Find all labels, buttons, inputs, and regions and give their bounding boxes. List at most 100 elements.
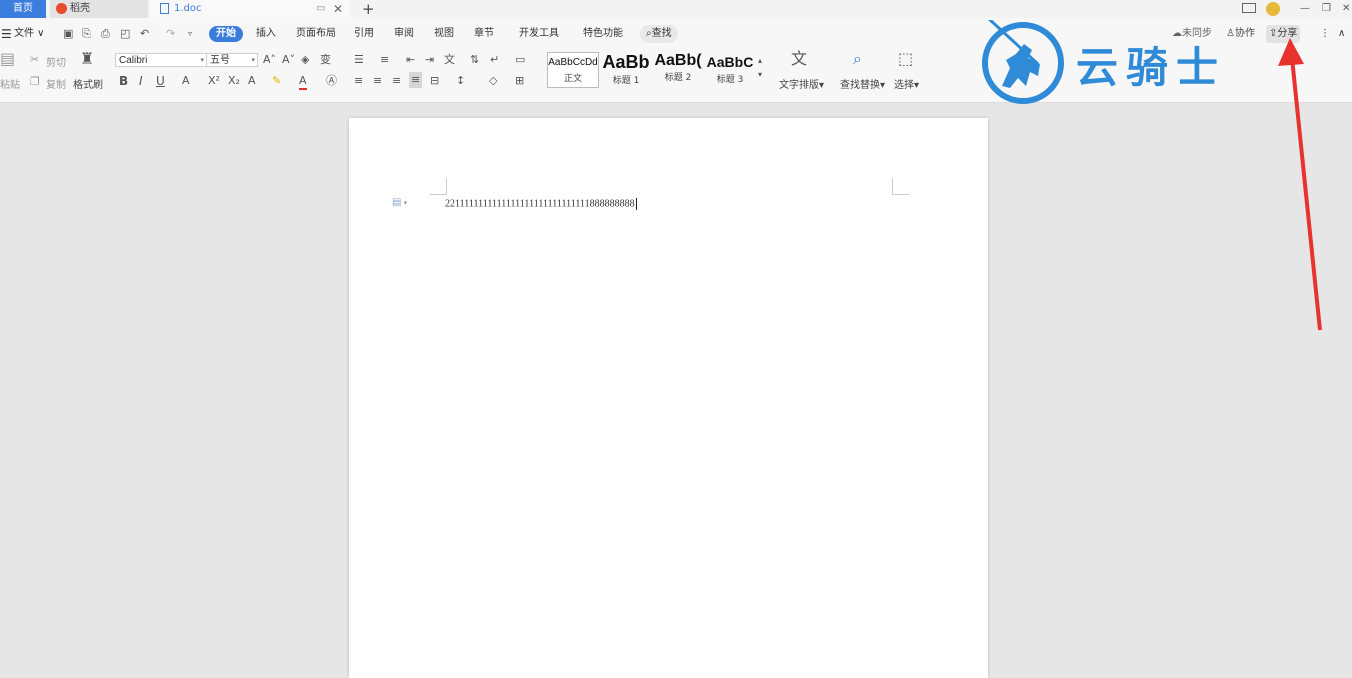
minimize-icon[interactable]: — xyxy=(1300,0,1310,18)
select-button[interactable]: 选择▾ xyxy=(894,76,919,91)
user-icon: ♙ xyxy=(1226,28,1235,39)
export-icon[interactable]: ⎘ xyxy=(82,27,91,41)
style-normal[interactable]: AaBbCcDd 正文 xyxy=(547,52,599,88)
margin-mark-top-right xyxy=(892,178,909,195)
shading-icon[interactable]: ◇ xyxy=(489,74,497,88)
style-heading3-preview: AaBbC xyxy=(706,54,754,70)
tab-bar: 首页 稻壳 1.doc ▭ ✕ + — ❐ ✕ xyxy=(0,0,1352,18)
save-icon[interactable]: ▣ xyxy=(63,27,73,41)
tab-review[interactable]: 审阅 xyxy=(394,18,414,50)
layout-icon[interactable] xyxy=(1242,0,1258,18)
distribute-icon[interactable]: ⊟ xyxy=(430,74,439,88)
text-layout-icon[interactable]: 文 xyxy=(791,51,807,67)
increase-indent-icon[interactable]: ⇥ xyxy=(425,53,434,67)
justify-icon[interactable]: ≡ xyxy=(409,72,423,88)
bullets-icon[interactable]: ☰ xyxy=(354,53,364,67)
margin-mark-top-left xyxy=(430,178,447,195)
tab-chapter[interactable]: 章节 xyxy=(474,18,494,50)
subscript-icon[interactable]: X₂ xyxy=(228,74,240,88)
tab-page-layout[interactable]: 页面布局 xyxy=(296,18,336,50)
font-name-select[interactable]: Calibri ▾ xyxy=(115,53,207,67)
find-replace-button[interactable]: 查找替换▾ xyxy=(840,76,885,91)
italic-icon[interactable]: I xyxy=(139,74,143,88)
paste-icon[interactable]: ▤ xyxy=(0,51,15,67)
paste-button[interactable]: 粘贴 xyxy=(0,76,20,91)
style-heading2[interactable]: AaBb( 标题 2 xyxy=(652,52,704,88)
bold-icon[interactable]: B xyxy=(119,74,128,88)
format-painter-button[interactable]: 格式刷 xyxy=(73,76,103,91)
collab-label: 协作 xyxy=(1234,28,1255,39)
tab-document[interactable]: 1.doc ▭ ✕ xyxy=(150,0,350,18)
tab-insert[interactable]: 插入 xyxy=(256,18,276,50)
styles-scroll-icon[interactable]: ▴ ▾ xyxy=(758,54,762,82)
align-center-icon[interactable]: ≡ xyxy=(373,74,382,88)
tab-view[interactable]: 视图 xyxy=(434,18,454,50)
collab-button[interactable]: ♙协作 xyxy=(1226,18,1255,50)
align-right-icon[interactable]: ≡ xyxy=(392,74,401,88)
more-icon[interactable]: ▿ xyxy=(188,27,192,41)
cut-button[interactable]: 剪切 xyxy=(46,54,66,69)
style-normal-label: 正文 xyxy=(563,74,582,84)
find-replace-icon[interactable]: ⌕ xyxy=(853,51,862,67)
sort-icon[interactable]: ⇅ xyxy=(470,53,479,67)
style-heading3[interactable]: AaBbC 标题 3 xyxy=(704,52,756,88)
font-size-select[interactable]: 五号 ▾ xyxy=(206,53,258,67)
close-window-icon[interactable]: ✕ xyxy=(1342,0,1350,18)
redo-icon[interactable]: ↷ xyxy=(166,27,175,41)
char-border-icon[interactable]: Ⓐ xyxy=(326,74,337,88)
tab-daoke[interactable]: 稻壳 xyxy=(50,0,148,18)
table-line-icon[interactable]: ▭ xyxy=(515,53,525,67)
search-button[interactable]: ⌕查找 xyxy=(640,25,678,43)
decrease-indent-icon[interactable]: ⇤ xyxy=(406,53,415,67)
tab-daoke-label: 稻壳 xyxy=(70,3,90,14)
paragraph-handle-icon[interactable]: ▤ ▾ xyxy=(392,197,407,208)
new-tab-button[interactable]: + xyxy=(362,0,375,18)
text-layout-button[interactable]: 文字排版▾ xyxy=(779,76,824,91)
shrink-font-icon[interactable]: A˅ xyxy=(282,53,295,67)
line-spacing-icon[interactable]: ↕ xyxy=(456,74,465,88)
text-cursor xyxy=(635,198,637,210)
tab-references[interactable]: 引用 xyxy=(354,18,374,50)
brand-watermark: 云骑士 xyxy=(1076,43,1227,92)
tab-developer[interactable]: 开发工具 xyxy=(519,18,559,50)
clear-format-icon[interactable]: ◈ xyxy=(301,53,309,67)
chinese-layout-icon[interactable]: 文 xyxy=(444,53,455,67)
format-painter-icon[interactable]: ♜ xyxy=(80,51,94,67)
tab-start[interactable]: 开始 xyxy=(209,26,243,42)
print-icon[interactable]: ⎙ xyxy=(101,27,110,41)
print-preview-icon[interactable]: ◰ xyxy=(120,27,130,41)
style-heading1[interactable]: AaBb 标题 1 xyxy=(600,52,652,88)
document-page[interactable]: ▤ ▾ 221111111111111111111111111111188888… xyxy=(349,118,988,678)
avatar[interactable] xyxy=(1266,0,1280,18)
show-marks-icon[interactable]: ↵ xyxy=(490,53,499,67)
highlight-icon[interactable]: ✎ xyxy=(272,74,281,88)
numbering-icon[interactable]: ≡ xyxy=(380,53,389,67)
phonetic-icon[interactable]: 变 xyxy=(320,53,331,67)
cut-icon[interactable]: ✂ xyxy=(30,53,39,67)
superscript-icon[interactable]: X² xyxy=(208,74,220,88)
strikethrough-icon[interactable]: A xyxy=(182,74,190,88)
menu-icon[interactable]: ☰ xyxy=(1,18,12,50)
tab-home[interactable]: 首页 xyxy=(0,0,46,18)
menu-file[interactable]: 文件 ∨ xyxy=(14,18,45,50)
font-size-value: 五号 xyxy=(210,55,230,66)
style-heading2-label: 标题 2 xyxy=(664,73,692,83)
style-heading1-preview: AaBb xyxy=(602,52,650,72)
undo-icon[interactable]: ↶ xyxy=(140,27,149,41)
select-icon[interactable]: ⬚ xyxy=(898,51,913,67)
daoke-icon xyxy=(56,3,67,14)
align-left-icon[interactable]: ≡ xyxy=(354,74,363,88)
font-color-icon[interactable]: A xyxy=(299,74,307,90)
copy-icon[interactable]: ❐ xyxy=(30,75,40,89)
tab-special[interactable]: 特色功能 xyxy=(583,18,623,50)
style-heading3-label: 标题 3 xyxy=(716,75,744,85)
document-text[interactable]: 2211111111111111111111111111111888888888 xyxy=(445,198,637,210)
underline-icon[interactable]: U xyxy=(156,74,165,88)
grow-font-icon[interactable]: A˄ xyxy=(263,53,276,67)
monitor-icon[interactable]: ▭ xyxy=(316,0,325,18)
copy-button[interactable]: 复制 xyxy=(46,76,66,91)
restore-icon[interactable]: ❐ xyxy=(1322,0,1331,18)
text-effect-icon[interactable]: A xyxy=(248,74,256,88)
borders-icon[interactable]: ⊞ xyxy=(515,74,524,88)
close-tab-icon[interactable]: ✕ xyxy=(333,0,343,18)
